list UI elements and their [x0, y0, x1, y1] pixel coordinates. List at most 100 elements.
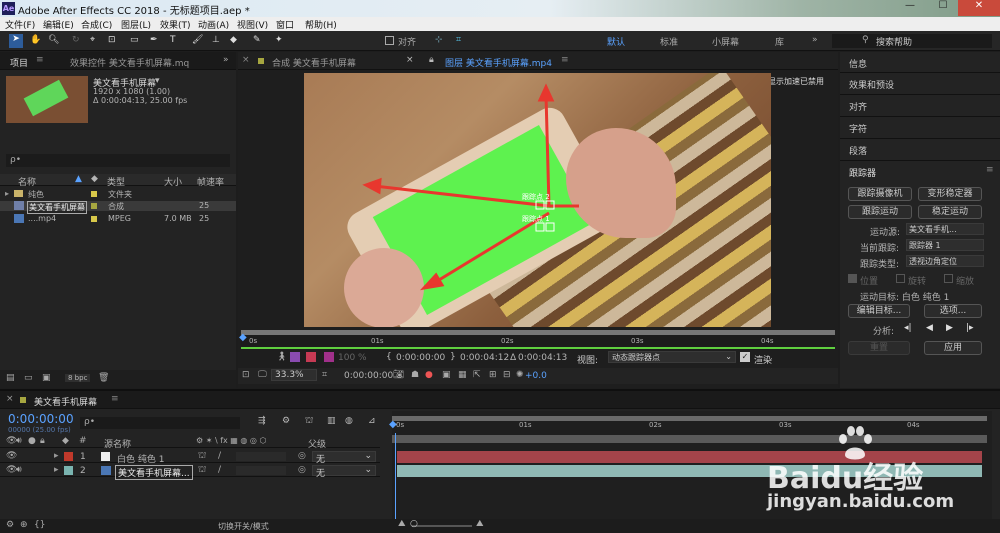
label-column-icon[interactable]: ◆: [91, 174, 98, 184]
zoom-out-icon[interactable]: ⛰: [398, 519, 406, 529]
safe-zones-icon[interactable]: ⌗: [322, 370, 327, 380]
snap-feature-icon[interactable]: ⌗: [456, 35, 461, 45]
lock-toggle-icon[interactable]: 🔒︎: [40, 436, 45, 446]
snap-checkbox[interactable]: [385, 36, 394, 45]
quality-switch-icon[interactable]: /: [218, 451, 221, 461]
transparency-grid-icon[interactable]: ▦: [458, 370, 467, 380]
parent-dropdown[interactable]: 无 ⌄: [312, 465, 376, 479]
channels-icon[interactable]: ●: [425, 370, 433, 380]
workspace-small-screen[interactable]: 小屏幕: [712, 35, 739, 48]
panel-info[interactable]: 信息: [849, 57, 867, 70]
close-tab-icon[interactable]: ×: [242, 55, 250, 65]
panel-character[interactable]: 字符: [849, 122, 867, 135]
shy-layers-icon[interactable]: ⛫: [305, 416, 313, 427]
expand-arrow-icon[interactable]: ▸: [54, 465, 59, 475]
composition-mini-flow-icon[interactable]: ⇶: [258, 416, 266, 426]
menu-window[interactable]: 窗口: [276, 18, 294, 31]
audio-toggle-icon[interactable]: 🔊︎: [16, 436, 22, 446]
fast-previews-icon[interactable]: ⇱: [473, 370, 481, 380]
project-search-field[interactable]: ρ•: [6, 154, 230, 167]
graph-editor-icon[interactable]: ⊿: [368, 416, 376, 426]
menu-effect[interactable]: 效果(T): [160, 18, 191, 31]
close-tab-icon[interactable]: ×: [6, 394, 14, 404]
zoom-dropdown[interactable]: 33.3%: [271, 369, 317, 381]
collapse-switch-icon[interactable]: ⛫: [198, 465, 206, 476]
workspace-library[interactable]: 库: [775, 35, 784, 48]
parent-pickwhip-icon[interactable]: ◎: [298, 465, 306, 475]
menu-view[interactable]: 视图(V): [237, 18, 268, 31]
search-help-field[interactable]: ⚲ 搜索帮助: [832, 34, 992, 48]
camera-tool-icon[interactable]: ⌖: [90, 35, 95, 45]
track-camera-button[interactable]: 跟踪摄像机: [848, 187, 912, 201]
motion-source-dropdown[interactable]: 美文看手机...: [906, 223, 984, 235]
hand-tool-icon[interactable]: ✋: [30, 35, 41, 45]
brush-tool-icon[interactable]: 🖌︎: [192, 35, 203, 45]
menu-file[interactable]: 文件(F): [5, 18, 35, 31]
interpret-footage-icon[interactable]: ▤: [6, 373, 15, 383]
workspace-standard[interactable]: 标准: [660, 35, 678, 48]
track-point-box[interactable]: [535, 222, 545, 232]
toggle-switches-modes-label[interactable]: 切换开关/模式: [218, 521, 269, 532]
motion-blur-icon[interactable]: ◍: [345, 416, 353, 426]
column-size[interactable]: 大小: [164, 175, 182, 188]
out-point-icon[interactable]: }: [450, 352, 456, 362]
pan-behind-tool-icon[interactable]: ⊡: [108, 35, 116, 45]
close-tab-icon[interactable]: ×: [406, 55, 414, 65]
workspace-default[interactable]: 默认: [607, 35, 625, 48]
in-point-icon[interactable]: {: [386, 352, 392, 362]
layer-row[interactable]: 👁︎ ▸ 1 白色 纯色 1 ⛫ / ◎ 无 ⌄: [0, 450, 380, 465]
roto-brush-tool-icon[interactable]: ✎: [253, 35, 261, 45]
analyze-forward-frame-icon[interactable]: |▸: [966, 323, 974, 333]
tab-timeline[interactable]: 美文看手机屏幕: [34, 395, 97, 408]
eraser-tool-icon[interactable]: ◆: [230, 35, 237, 45]
region-of-interest-icon[interactable]: ▣: [442, 370, 451, 380]
panel-align[interactable]: 对齐: [849, 100, 867, 113]
position-checkbox[interactable]: [848, 274, 857, 283]
menu-layer[interactable]: 图层(L): [121, 18, 151, 31]
snap-option-icon[interactable]: ⊹: [435, 35, 443, 45]
zoom-slider[interactable]: [412, 525, 472, 527]
out-point-time[interactable]: 0:00:04:12: [460, 353, 509, 363]
parent-pickwhip-icon[interactable]: ◎: [298, 451, 306, 461]
minimize-button[interactable]: —: [895, 0, 925, 16]
label-column-icon[interactable]: ◆: [62, 436, 69, 446]
zoom-slider-handle[interactable]: ○: [410, 519, 418, 529]
scale-checkbox[interactable]: [944, 274, 953, 283]
expand-arrow-icon[interactable]: ▸: [5, 189, 9, 198]
track-point-box[interactable]: [545, 222, 555, 232]
collapse-switch-icon[interactable]: ⛫: [198, 451, 206, 462]
number-column-icon[interactable]: #: [79, 436, 87, 446]
visibility-icon[interactable]: 👁︎: [6, 451, 17, 461]
snapshot-icon[interactable]: 📷︎: [393, 370, 404, 380]
solo-toggle-icon[interactable]: ●: [28, 436, 36, 446]
track-motion-button[interactable]: 跟踪运动: [848, 205, 912, 219]
item-dropdown-icon[interactable]: ▾: [155, 76, 160, 86]
parent-dropdown[interactable]: 无 ⌄: [312, 451, 376, 465]
clone-stamp-tool-icon[interactable]: ⊥: [212, 35, 220, 45]
walk-icon[interactable]: 🚶︎: [276, 352, 287, 362]
column-type[interactable]: 类型: [107, 175, 125, 188]
work-area-bar[interactable]: [241, 330, 835, 335]
work-area-bar[interactable]: [392, 416, 987, 421]
pen-tool-icon[interactable]: ✒: [150, 35, 158, 45]
list-item[interactable]: 美文看手机屏幕 合成 25: [0, 201, 236, 214]
toggle-modes-icon[interactable]: ⊕: [20, 520, 28, 530]
purple-toggle-icon[interactable]: [290, 352, 300, 362]
lock-icon[interactable]: 🔒︎: [429, 55, 434, 65]
panel-effects-presets[interactable]: 效果和预设: [849, 78, 894, 91]
monitor-icon[interactable]: 🖵︎: [258, 370, 267, 380]
audio-icon[interactable]: 🔊︎: [16, 465, 22, 475]
menu-edit[interactable]: 编辑(E): [43, 18, 74, 31]
column-name[interactable]: 名称: [18, 175, 36, 188]
new-composition-icon[interactable]: ▣: [42, 373, 51, 383]
viewer-timecode[interactable]: 0:00:00:00: [344, 371, 393, 381]
tab-effect-controls[interactable]: 效果控件 美文看手机屏幕.mq: [70, 56, 212, 69]
more-workspaces-icon[interactable]: »: [812, 35, 818, 45]
panel-menu-icon[interactable]: ≡: [111, 394, 119, 404]
zoom-in-icon[interactable]: ⛰: [476, 519, 484, 529]
apply-button[interactable]: 应用: [924, 341, 982, 355]
menu-composition[interactable]: 合成(C): [81, 18, 112, 31]
tab-composition[interactable]: 合成 美文看手机屏幕: [272, 56, 356, 69]
column-source-name[interactable]: 源名称: [104, 437, 131, 450]
show-snapshot-icon[interactable]: ☗: [411, 370, 419, 380]
